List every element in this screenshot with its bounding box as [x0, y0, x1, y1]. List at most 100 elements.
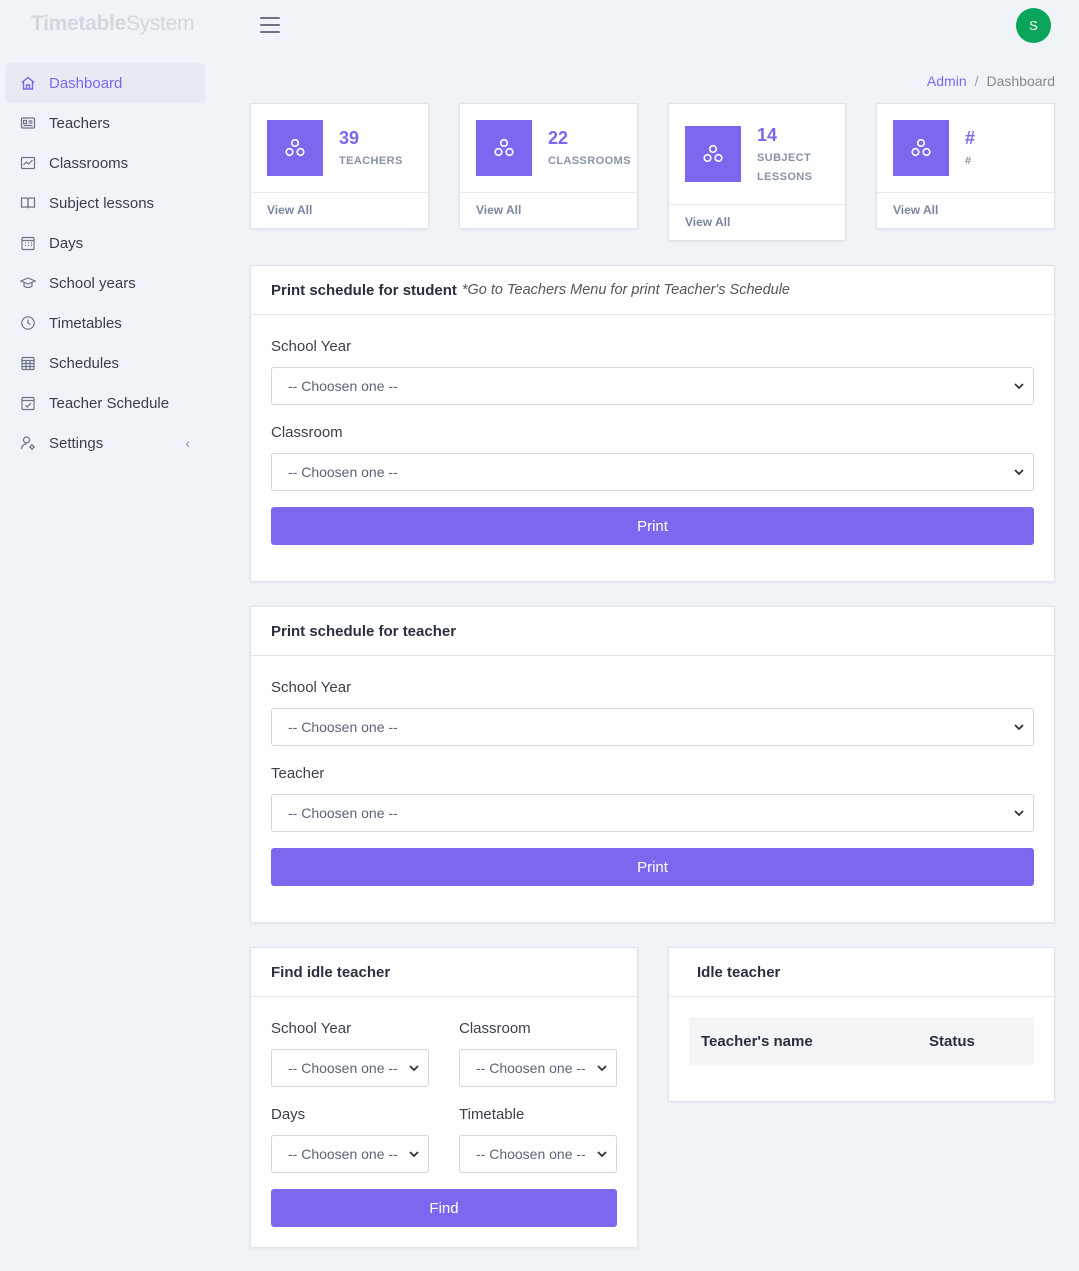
chevron-down-icon — [597, 1151, 607, 1158]
user-gear-icon — [19, 434, 37, 452]
school-year-label: School Year — [271, 338, 352, 355]
days-label: Days — [271, 1106, 306, 1123]
idle-teacher-panel: Idle teacher Teacher's name Status — [668, 947, 1055, 1102]
panel-note: *Go to Teachers Menu for print Teacher's… — [461, 282, 790, 298]
cubes-icon — [685, 126, 741, 182]
view-all-link[interactable]: View All — [460, 192, 637, 228]
sidebar-item-dashboard[interactable]: Dashboard — [5, 63, 205, 103]
classroom-select[interactable]: -- Choosen one -- — [271, 453, 1034, 491]
student-schedule-panel: Print schedule for student *Go to Teache… — [250, 265, 1055, 582]
stat-card-classrooms: 22 CLASSROOMS View All — [459, 103, 638, 229]
stat-label: # — [965, 155, 972, 167]
classroom-select[interactable]: -- Choosen one -- — [459, 1049, 617, 1087]
brand-light: System — [125, 12, 195, 35]
find-button[interactable]: Find — [271, 1189, 617, 1227]
menu-toggle-icon[interactable] — [260, 17, 280, 33]
chevron-down-icon — [1014, 724, 1024, 731]
chevron-down-icon — [597, 1065, 607, 1072]
find-idle-teacher-panel: Find idle teacher School Year -- Choosen… — [250, 947, 638, 1248]
sidebar: Dashboard Teachers Classrooms Subject le… — [5, 63, 205, 463]
school-year-label: School Year — [271, 679, 352, 696]
stat-number: # — [965, 128, 976, 148]
sidebar-item-label: Settings — [49, 434, 104, 452]
sidebar-item-schedules[interactable]: Schedules — [5, 343, 205, 383]
sidebar-item-label: Days — [49, 234, 84, 252]
stat-number: 39 — [339, 128, 360, 148]
stat-label-line2: LESSONS — [757, 171, 813, 183]
sidebar-item-label: Teacher Schedule — [49, 394, 170, 412]
chevron-down-icon — [409, 1151, 419, 1158]
select-value: -- Choosen one -- — [288, 805, 398, 821]
school-year-select[interactable]: -- Choosen one -- — [271, 367, 1034, 405]
school-year-select[interactable]: -- Choosen one -- — [271, 708, 1034, 746]
sidebar-item-school-years[interactable]: School years — [5, 263, 205, 303]
teacher-schedule-panel: Print schedule for teacher School Year -… — [250, 606, 1055, 923]
sidebar-item-label: Timetables — [49, 314, 122, 332]
sidebar-item-days[interactable]: Days — [5, 223, 205, 263]
select-value: -- Choosen one -- — [288, 378, 398, 394]
sidebar-item-label: Teachers — [49, 114, 110, 132]
brand-bold: Timetable — [31, 12, 126, 35]
chevron-left-icon: ‹ — [185, 435, 190, 451]
sidebar-item-teacher-schedule[interactable]: Teacher Schedule — [5, 383, 205, 423]
teacher-select[interactable]: -- Choosen one -- — [271, 794, 1034, 832]
panel-title: Print schedule for teacher — [271, 622, 457, 640]
select-value: -- Choosen one -- — [288, 719, 398, 735]
chart-board-icon — [19, 154, 37, 172]
user-avatar[interactable]: S — [1016, 8, 1051, 43]
book-icon — [19, 194, 37, 212]
breadcrumb-current: Dashboard — [986, 73, 1056, 89]
cubes-icon — [893, 120, 949, 176]
sidebar-item-classrooms[interactable]: Classrooms — [5, 143, 205, 183]
stat-label-line1: SUBJECT — [757, 152, 812, 164]
panel-header: Idle teacher — [669, 948, 1054, 997]
stat-card-teachers: 39 TEACHERS View All — [250, 103, 429, 229]
school-year-label: School Year — [271, 1020, 352, 1037]
panel-header: Find idle teacher — [251, 948, 637, 997]
sidebar-item-label: Dashboard — [49, 74, 123, 92]
chevron-down-icon — [409, 1065, 419, 1072]
school-year-select[interactable]: -- Choosen one -- — [271, 1049, 429, 1087]
timetable-select[interactable]: -- Choosen one -- — [459, 1135, 617, 1173]
id-card-icon — [19, 114, 37, 132]
column-header-status: Status — [929, 1032, 975, 1050]
teacher-label: Teacher — [271, 765, 325, 782]
calendar-icon — [19, 234, 37, 252]
breadcrumb: Admin / Dashboard — [927, 73, 1055, 89]
timetable-label: Timetable — [459, 1106, 525, 1123]
panel-title: Find idle teacher — [271, 963, 391, 981]
select-value: -- Choosen one -- — [288, 1146, 398, 1162]
brand-logo[interactable]: TimetableSystem — [31, 12, 194, 36]
column-header-teacher-name: Teacher's name — [701, 1032, 813, 1050]
classroom-label: Classroom — [459, 1020, 531, 1037]
sidebar-item-teachers[interactable]: Teachers — [5, 103, 205, 143]
home-icon — [19, 74, 37, 92]
print-teacher-button[interactable]: Print — [271, 848, 1034, 886]
stat-card-other: # # View All — [876, 103, 1055, 229]
stat-number: 22 — [548, 128, 569, 148]
cubes-icon — [267, 120, 323, 176]
view-all-link[interactable]: View All — [877, 192, 1054, 228]
panel-title: Idle teacher — [697, 963, 781, 981]
view-all-link[interactable]: View All — [669, 204, 845, 240]
breadcrumb-admin[interactable]: Admin — [927, 73, 967, 89]
print-student-button[interactable]: Print — [271, 507, 1034, 545]
sidebar-item-subject-lessons[interactable]: Subject lessons — [5, 183, 205, 223]
clock-icon — [19, 314, 37, 332]
stat-card-subject-lessons: 14 SUBJECT LESSONS View All — [668, 103, 846, 241]
sidebar-item-settings[interactable]: Settings ‹ — [5, 423, 205, 463]
view-all-link[interactable]: View All — [251, 192, 428, 228]
chevron-down-icon — [1014, 383, 1024, 390]
classroom-label: Classroom — [271, 424, 343, 441]
sidebar-item-label: Schedules — [49, 354, 120, 372]
stat-number: 14 — [757, 125, 778, 145]
panel-header: Print schedule for student *Go to Teache… — [251, 266, 1054, 315]
table-header: Teacher's name Status — [689, 1017, 1034, 1065]
sidebar-item-label: School years — [49, 274, 136, 292]
days-select[interactable]: -- Choosen one -- — [271, 1135, 429, 1173]
stat-label: TEACHERS — [339, 155, 403, 167]
select-value: -- Choosen one -- — [476, 1146, 586, 1162]
sidebar-item-timetables[interactable]: Timetables — [5, 303, 205, 343]
calendar-grid-icon — [19, 354, 37, 372]
select-value: -- Choosen one -- — [288, 464, 398, 480]
